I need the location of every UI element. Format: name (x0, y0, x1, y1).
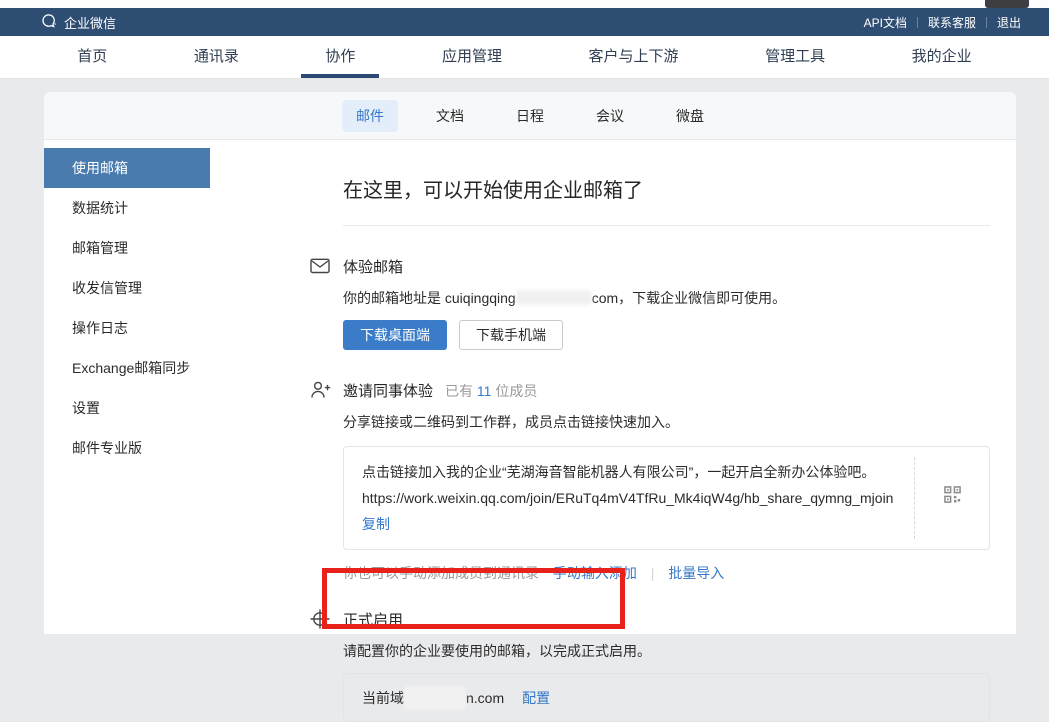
nav-item-customers[interactable]: 客户与上下游 (583, 36, 685, 78)
redacted-email (516, 290, 592, 305)
add-person-icon (309, 379, 331, 401)
nav-item-contacts[interactable]: 通讯录 (188, 36, 245, 78)
envelope-icon (309, 255, 331, 277)
sidebar-item-mail-pro[interactable]: 邮件专业版 (44, 428, 210, 468)
sidebar-item-settings[interactable]: 设置 (44, 388, 210, 428)
primary-nav: 首页 通讯录 协作 应用管理 客户与上下游 管理工具 我的企业 (0, 36, 1049, 78)
invite-desc: 分享链接或二维码到工作群，成员点击链接快速加入。 (343, 412, 990, 432)
sidebar-item-use-mailbox[interactable]: 使用邮箱 (44, 148, 210, 188)
invite-heading: 邀请同事体验 (343, 380, 433, 401)
address-suffix: com，下载企业微信即可使用。 (592, 290, 786, 306)
api-doc-link[interactable]: API文档 (864, 14, 907, 31)
batch-import-link[interactable]: 批量导入 (668, 565, 724, 581)
activate-section: 正式启用 请配置你的企业要使用的邮箱，以完成正式启用。 当前域 n.com 配置 (343, 609, 990, 722)
invite-share-text: 点击链接加入我的企业“芜湖海音智能机器人有限公司”，一起开启全新办公体验吧。 (362, 459, 893, 485)
tab-mail[interactable]: 邮件 (342, 100, 398, 132)
sidebar-item-statistics[interactable]: 数据统计 (44, 188, 210, 228)
tab-calendar[interactable]: 日程 (502, 100, 558, 132)
collab-tabstrip: 邮件 文档 日程 会议 微盘 (44, 92, 1016, 140)
activate-desc: 请配置你的企业要使用的邮箱，以完成正式启用。 (343, 641, 990, 661)
member-count-number: 11 (477, 383, 492, 399)
wecom-logo-icon (40, 12, 58, 33)
content-panel: 邮件 文档 日程 会议 微盘 使用邮箱 数据统计 邮箱管理 收发信管理 操作日志… (44, 92, 1016, 634)
sidebar-item-send-receive[interactable]: 收发信管理 (44, 268, 210, 308)
member-count-suffix: 位成员 (491, 383, 537, 399)
qr-code-icon[interactable] (944, 485, 961, 511)
manual-add-row: 你也可以手动添加成员到通讯录 手动输入添加 | 批量导入 (343, 563, 990, 583)
invite-share-box: 点击链接加入我的企业“芜湖海音智能机器人有限公司”，一起开启全新办公体验吧。 h… (343, 446, 990, 550)
nav-item-apps[interactable]: 应用管理 (436, 36, 508, 78)
dashed-divider (914, 457, 915, 539)
browser-top-edge (0, 0, 1049, 8)
configure-domain-link[interactable]: 配置 (522, 688, 550, 708)
brand: 企业微信 (40, 12, 116, 33)
app-top-bar: 企业微信 API文档 联系客服 退出 (0, 8, 1049, 36)
topbar-links: API文档 联系客服 退出 (864, 14, 1021, 31)
divider (986, 17, 987, 28)
invite-colleagues-section: 邀请同事体验 已有 11 位成员 分享链接或二维码到工作群，成员点击链接快速加入… (343, 380, 990, 583)
download-desktop-button[interactable]: 下载桌面端 (343, 320, 447, 350)
copy-link-button[interactable]: 复制 (362, 511, 390, 537)
page-title: 在这里，可以开始使用企业邮箱了 (343, 174, 990, 203)
domain-suffix: n.com (466, 690, 504, 706)
redacted-domain (404, 686, 466, 710)
manual-add-hint: 你也可以手动添加成员到通讯录 (343, 565, 539, 581)
download-mobile-button[interactable]: 下载手机端 (459, 320, 563, 350)
member-count: 已有 11 位成员 (445, 381, 537, 401)
manual-add-link[interactable]: 手动输入添加 (553, 565, 637, 581)
nav-item-my-company[interactable]: 我的企业 (906, 36, 978, 78)
activate-crosshair-icon (309, 608, 331, 630)
nav-item-home[interactable]: 首页 (71, 36, 113, 78)
divider (917, 17, 918, 28)
browser-artifact (985, 0, 1029, 8)
sidebar-item-mailbox-management[interactable]: 邮箱管理 (44, 228, 210, 268)
sidebar-item-exchange-sync[interactable]: Exchange邮箱同步 (44, 348, 210, 388)
contact-support-link[interactable]: 联系客服 (928, 14, 976, 31)
divider (343, 225, 990, 226)
activate-heading: 正式启用 (343, 609, 403, 630)
sidebar-item-operation-log[interactable]: 操作日志 (44, 308, 210, 348)
mail-sidebar: 使用邮箱 数据统计 邮箱管理 收发信管理 操作日志 Exchange邮箱同步 设… (44, 140, 210, 633)
mailbox-address-line: 你的邮箱地址是 cuiqingqing com，下载企业微信即可使用。 (343, 288, 990, 308)
domain-config-box: 当前域 n.com 配置 (343, 673, 990, 722)
logout-link[interactable]: 退出 (997, 14, 1021, 31)
tab-docs[interactable]: 文档 (422, 100, 478, 132)
divider: | (651, 565, 655, 581)
invite-share-url: https://work.weixin.qq.com/join/ERuTq4mV… (362, 485, 893, 511)
tab-meeting[interactable]: 会议 (582, 100, 638, 132)
trial-mailbox-section: 体验邮箱 你的邮箱地址是 cuiqingqingcom，下载企业微信即可使用。 … (343, 256, 990, 350)
nav-item-collaboration[interactable]: 协作 (319, 36, 361, 78)
nav-item-admin-tools[interactable]: 管理工具 (759, 36, 831, 78)
domain-prefix: 当前域 (362, 688, 404, 708)
brand-name: 企业微信 (64, 13, 116, 32)
main-content: 在这里，可以开始使用企业邮箱了 体验邮箱 你的邮箱地址是 cuiqingqing… (210, 140, 1049, 633)
member-count-prefix: 已有 (445, 383, 477, 399)
address-prefix: 你的邮箱地址是 cuiqingqing (343, 290, 516, 306)
trial-mailbox-heading: 体验邮箱 (343, 256, 403, 277)
tab-drive[interactable]: 微盘 (662, 100, 718, 132)
